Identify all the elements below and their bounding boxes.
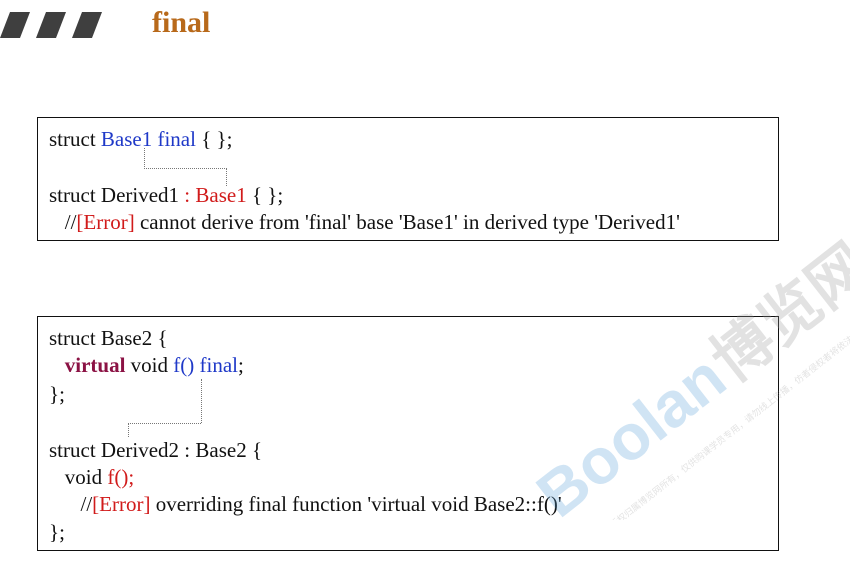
code-text: //	[49, 492, 93, 516]
code-line: struct Derived1 : Base1 { };	[49, 182, 283, 208]
connector-line	[128, 423, 129, 437]
code-line: void f();	[49, 464, 134, 490]
code-base-class: : Base1	[184, 183, 247, 207]
connector-line	[201, 379, 202, 423]
code-comment-line: //[Error] overriding final function 'vir…	[49, 491, 562, 517]
code-comment-line: //[Error] cannot derive from 'final' bas…	[49, 209, 680, 235]
code-example-1: struct Base1 final { }; struct Derived1 …	[37, 117, 779, 241]
code-line: virtual void f() final;	[49, 352, 244, 378]
code-keyword: f() final	[173, 353, 238, 377]
decorative-bars-icon	[0, 12, 102, 38]
connector-line	[128, 423, 201, 424]
code-text: { };	[246, 183, 284, 207]
code-keyword-virtual: virtual	[64, 353, 126, 377]
page-title: final	[152, 6, 211, 39]
code-example-2: struct Base2 { virtual void f() final; }…	[37, 316, 779, 551]
code-text: struct Derived1	[49, 183, 185, 207]
error-message: overriding final function 'virtual void …	[150, 492, 562, 516]
code-line: struct Base2 {	[49, 326, 168, 350]
code-override: f();	[107, 465, 135, 489]
error-message: cannot derive from 'final' base 'Base1' …	[134, 210, 680, 234]
code-text: struct	[49, 127, 101, 151]
code-text: void	[49, 465, 108, 489]
code-line: struct Derived2 : Base2 {	[49, 438, 263, 462]
code-line: };	[49, 382, 65, 406]
code-text: void	[125, 353, 174, 377]
connector-line	[144, 148, 227, 169]
code-text: ;	[237, 353, 244, 377]
code-line: };	[49, 520, 65, 544]
error-tag: [Error]	[92, 492, 151, 516]
error-tag: [Error]	[76, 210, 135, 234]
code-text: //	[49, 210, 77, 234]
